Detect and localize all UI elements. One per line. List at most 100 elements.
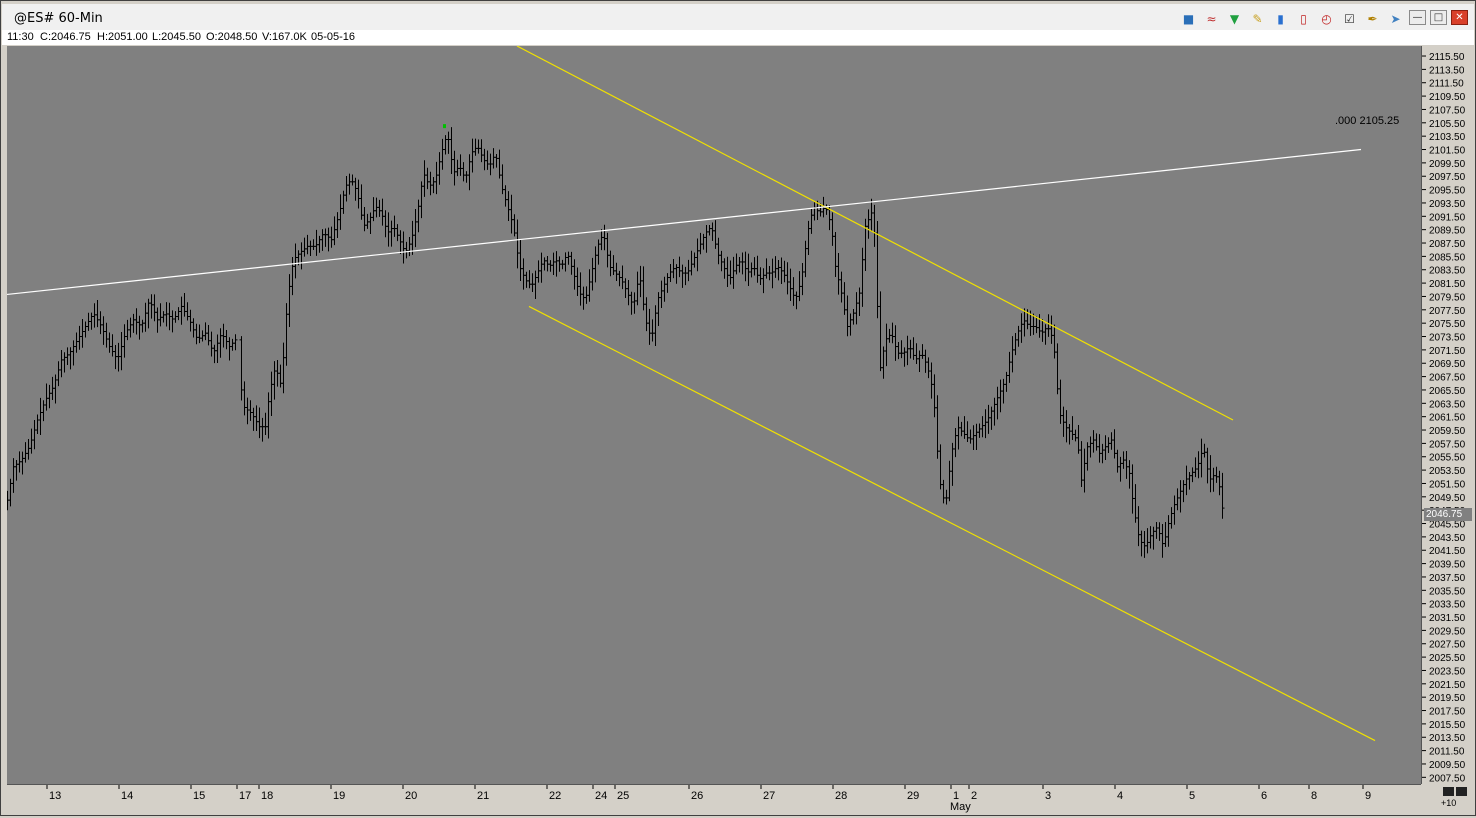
xtick-label-7: 21 <box>477 790 489 802</box>
ytick-label-14: 2087.50 <box>1429 239 1466 250</box>
ytick-label-54: 2007.50 <box>1429 773 1466 784</box>
yellow-channel-upper[interactable] <box>516 46 1234 421</box>
time-axis[interactable]: 13 14 15 17 18 19 20 21 22 24 25 26 27 28 29 1 2 3 4 5 6 8 9 Ma… <box>7 784 1421 813</box>
ytick-label-3: 2109.50 <box>1429 92 1466 103</box>
drawn-lines[interactable] <box>7 46 1376 742</box>
chart-window: @ES# 60-Min ■ ≈ ▼ ✎ ▮ ▯ ◴ ☑ ✒ ➤ — □ ✕ 11… <box>0 0 1476 816</box>
price-axis[interactable]: 2115.50 2113.50 2111.50 2109.50 2107.50 2105.… <box>1421 46 1474 784</box>
status-time: 11:30 <box>7 31 34 43</box>
xtick-label-8: 22 <box>549 790 561 802</box>
ytick-label-35: 2045.50 <box>1429 520 1466 531</box>
ytick-label-8: 2099.50 <box>1429 159 1466 170</box>
ytick-label-40: 2035.50 <box>1429 586 1466 597</box>
ytick-label-43: 2029.50 <box>1429 626 1466 637</box>
xtick-label-1: 14 <box>121 790 133 802</box>
ytick-label-38: 2039.50 <box>1429 560 1466 571</box>
pen-tool-icon[interactable]: ✒ <box>1363 10 1382 27</box>
zoom-in-button[interactable] <box>1456 787 1467 796</box>
xtick-label-4: 18 <box>261 790 273 802</box>
month-label: May <box>950 801 971 813</box>
clock-icon[interactable]: ◴ <box>1317 10 1336 27</box>
xtick-label-12: 27 <box>763 790 775 802</box>
line-annotation: .000 2105.25 <box>1335 115 1399 127</box>
ytick-label-23: 2069.50 <box>1429 359 1466 370</box>
session-high-marker <box>443 124 446 129</box>
ytick-label-19: 2077.50 <box>1429 306 1466 317</box>
xtick-label-21: 8 <box>1311 790 1317 802</box>
ytick-label-37: 2041.50 <box>1429 546 1466 557</box>
ytick-label-53: 2009.50 <box>1429 760 1466 771</box>
candlestick-icon[interactable]: ▯ <box>1294 10 1313 27</box>
ytick-label-11: 2093.50 <box>1429 199 1466 210</box>
yellow-channel-lower[interactable] <box>528 305 1376 742</box>
restore-button[interactable]: □ <box>1430 10 1447 25</box>
ytick-label-13: 2089.50 <box>1429 226 1466 237</box>
ytick-label-31: 2053.50 <box>1429 466 1466 477</box>
status-date: 05-05-16 <box>311 31 356 43</box>
rainbow-icon[interactable]: ≈ <box>1202 10 1221 27</box>
ytick-label-41: 2033.50 <box>1429 600 1466 611</box>
xtick-label-10: 25 <box>617 790 629 802</box>
close-button[interactable]: ✕ <box>1451 10 1468 25</box>
ytick-label-4: 2107.50 <box>1429 105 1466 116</box>
status-high: H:2051.00 <box>97 31 148 43</box>
xtick-label-16: 2 <box>971 790 977 802</box>
window-title: @ES# 60-Min <box>14 11 103 26</box>
plot-area[interactable]: .000 2105.25 <box>7 46 1421 784</box>
status-open: O:2048.50 <box>206 31 258 43</box>
toolbar: ■ ≈ ▼ ✎ ▮ ▯ ◴ ☑ ✒ ➤ — □ ✕ <box>1179 10 1468 27</box>
ytick-label-46: 2023.50 <box>1429 666 1466 677</box>
xtick-label-14: 29 <box>907 790 919 802</box>
ytick-label-20: 2075.50 <box>1429 319 1466 330</box>
minimize-button[interactable]: — <box>1409 10 1426 25</box>
ytick-label-24: 2067.50 <box>1429 373 1466 384</box>
price-chart[interactable]: .000 2105.25 <box>7 46 1421 784</box>
ytick-label-15: 2085.50 <box>1429 252 1466 263</box>
xtick-label-5: 19 <box>333 790 345 802</box>
status-close: C:2046.75 <box>40 31 91 43</box>
ytick-label-47: 2021.50 <box>1429 680 1466 691</box>
xtick-label-19: 5 <box>1189 790 1195 802</box>
pin-icon[interactable]: ➤ <box>1386 10 1405 27</box>
ytick-label-39: 2037.50 <box>1429 573 1466 584</box>
cash-ticket-icon[interactable]: ■ <box>1179 10 1198 27</box>
ytick-label-2: 2111.50 <box>1429 79 1464 90</box>
price-axis-ticks: 2115.50 2113.50 2111.50 2109.50 2107.50 2105.… <box>1422 52 1466 784</box>
ytick-label-12: 2091.50 <box>1429 212 1466 223</box>
ytick-label-32: 2051.50 <box>1429 479 1466 490</box>
xtick-label-2: 15 <box>193 790 205 802</box>
ytick-label-21: 2073.50 <box>1429 333 1466 344</box>
xtick-label-3: 17 <box>239 790 251 802</box>
checklist-icon[interactable]: ☑ <box>1340 10 1359 27</box>
ytick-label-16: 2083.50 <box>1429 266 1466 277</box>
status-low: L:2045.50 <box>152 31 201 43</box>
ytick-label-36: 2043.50 <box>1429 533 1466 544</box>
ytick-label-25: 2065.50 <box>1429 386 1466 397</box>
xtick-label-9: 24 <box>595 790 607 802</box>
ytick-label-30: 2055.50 <box>1429 453 1466 464</box>
last-price-flag: 2046.75 <box>1424 508 1472 521</box>
bar-offset-label: +10 <box>1441 798 1457 808</box>
ytick-label-28: 2059.50 <box>1429 426 1466 437</box>
ytick-label-22: 2071.50 <box>1429 346 1466 357</box>
status-volume: V:167.0K <box>262 31 307 43</box>
zoom-out-button[interactable] <box>1443 787 1454 796</box>
price-bars <box>7 124 1225 558</box>
ytick-label-17: 2081.50 <box>1429 279 1466 290</box>
pencil-icon[interactable]: ✎ <box>1248 10 1267 27</box>
xtick-label-13: 28 <box>835 790 847 802</box>
ytick-label-52: 2011.50 <box>1429 747 1465 758</box>
ytick-label-5: 2105.50 <box>1429 119 1466 130</box>
ytick-label-50: 2015.50 <box>1429 720 1466 731</box>
ytick-label-9: 2097.50 <box>1429 172 1466 183</box>
ytick-label-27: 2061.50 <box>1429 413 1466 424</box>
bar-chart-icon[interactable]: ▮ <box>1271 10 1290 27</box>
axis-corner: +10 <box>1421 784 1473 812</box>
ytick-label-6: 2103.50 <box>1429 132 1466 143</box>
title-bar[interactable]: @ES# 60-Min ■ ≈ ▼ ✎ ▮ ▯ ◴ ☑ ✒ ➤ — □ ✕ <box>2 4 1474 30</box>
gift-funnel-icon[interactable]: ▼ <box>1225 10 1244 27</box>
xtick-label-20: 6 <box>1261 790 1267 802</box>
ytick-label-51: 2013.50 <box>1429 733 1466 744</box>
ytick-label-48: 2019.50 <box>1429 693 1466 704</box>
xtick-label-6: 20 <box>405 790 417 802</box>
